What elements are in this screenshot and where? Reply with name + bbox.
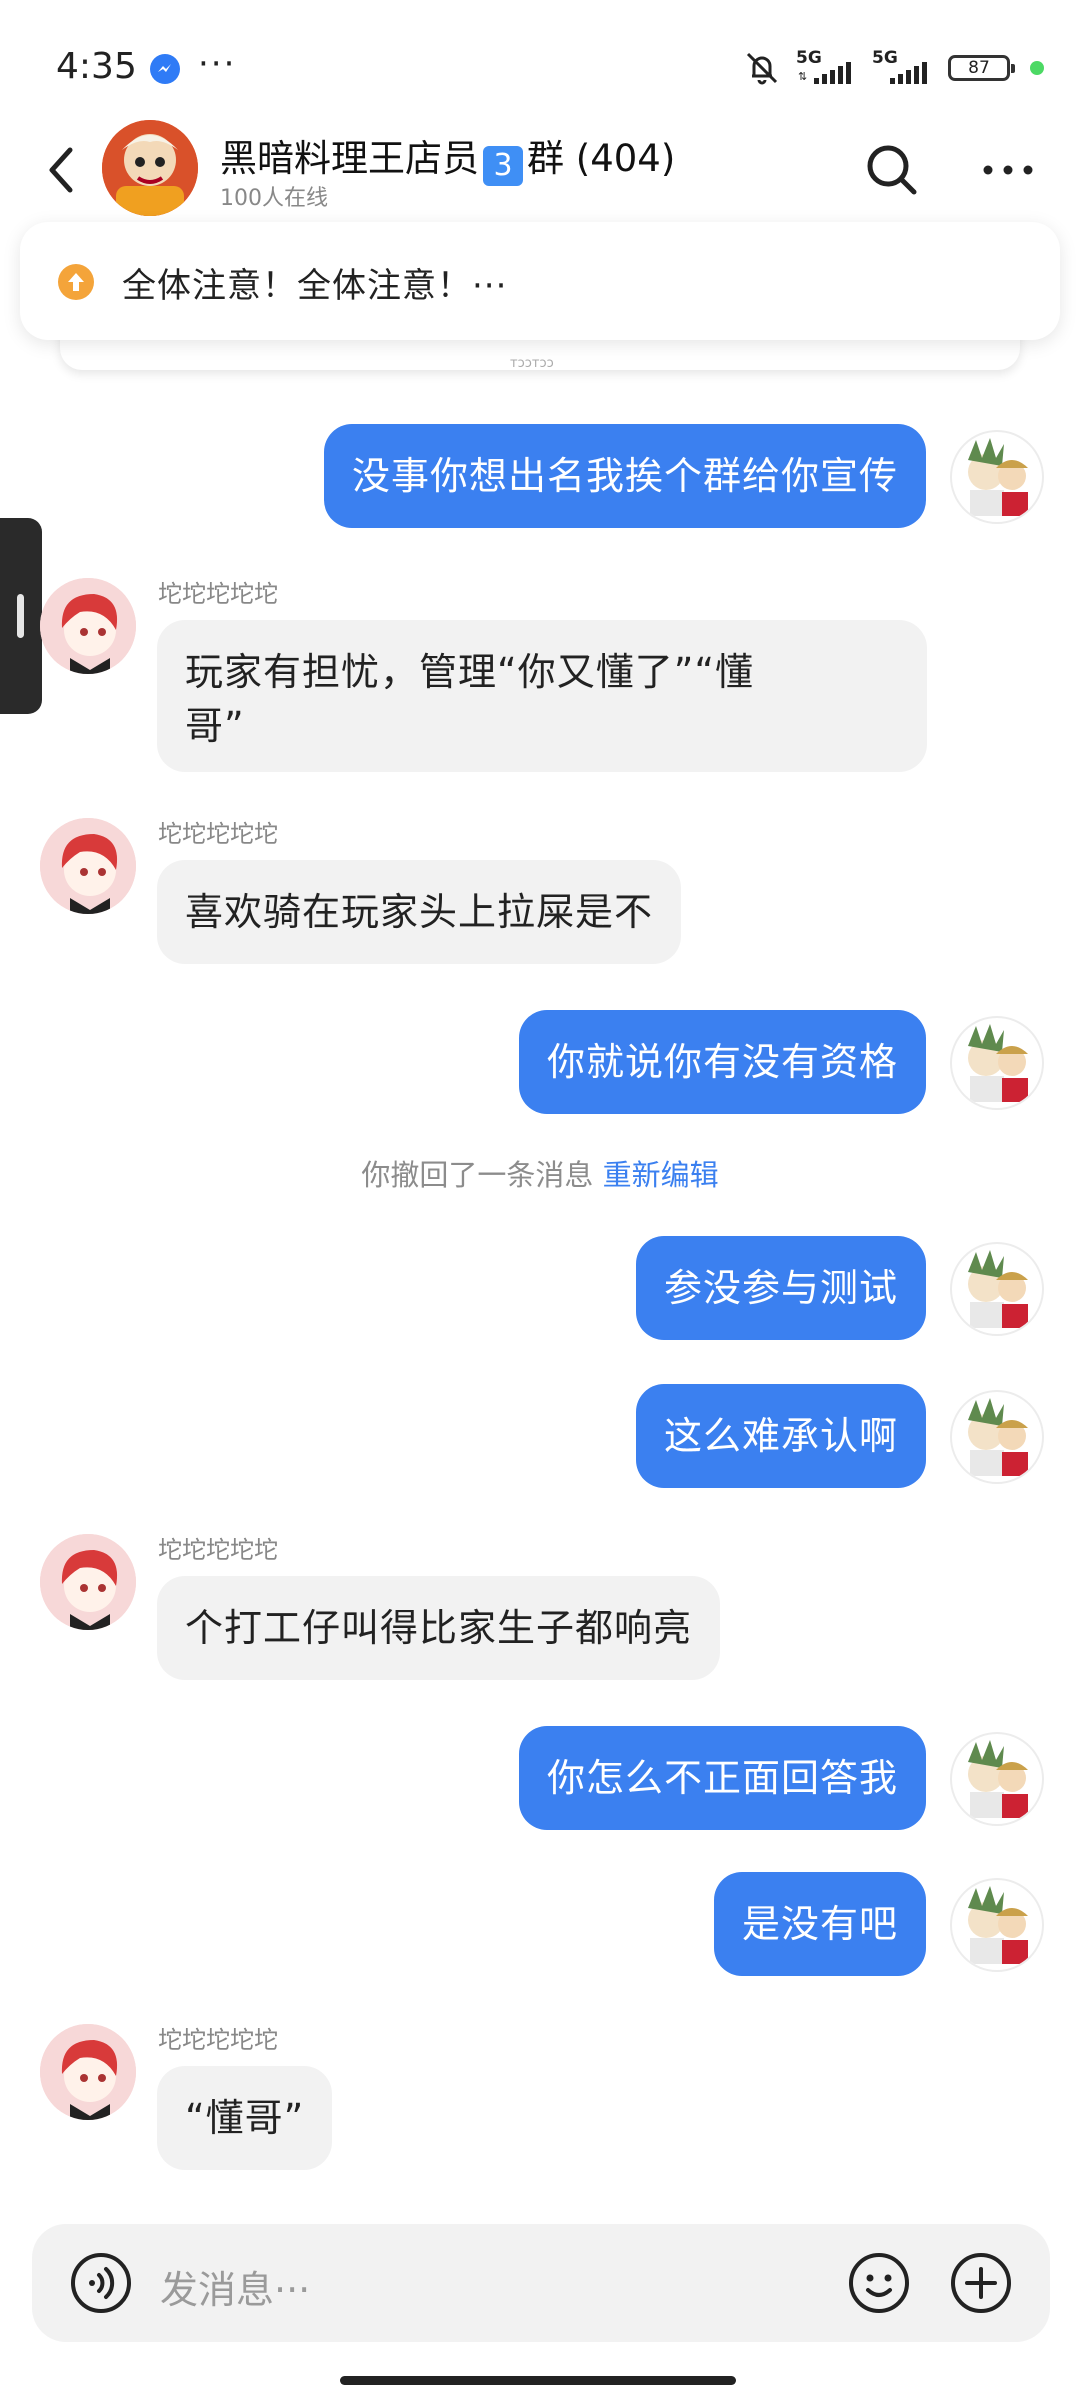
message-line: 玩家有担忧，管理“你又懂了”“懂 [185, 650, 755, 694]
group-title-count: 群 (404) [527, 137, 676, 180]
signal-5g-2-icon: 5G [872, 48, 934, 88]
sender-name: 坨坨坨坨坨 [158, 2026, 278, 2054]
online-count: 100人在线 [220, 186, 328, 211]
keycap-number-badge: 3 [483, 146, 523, 186]
announcement-up-arrow-icon [58, 264, 94, 300]
sender-name: 坨坨坨坨坨 [158, 1536, 278, 1564]
group-title-text: 黑暗料理王店员 [220, 137, 479, 180]
sender-avatar[interactable] [40, 578, 136, 674]
search-icon[interactable] [862, 140, 922, 200]
back-arrow-icon[interactable] [40, 140, 80, 200]
plus-icon[interactable] [950, 2252, 1012, 2314]
privacy-indicator-dot [1030, 61, 1044, 75]
incoming-message-bubble[interactable]: 玩家有担忧，管理“你又懂了”“懂 哥” [157, 620, 927, 772]
home-indicator[interactable] [340, 2376, 736, 2385]
my-message-bubble[interactable]: 没事你想出名我挨个群给你宣传 [323, 424, 926, 528]
message-line: 哥” [185, 704, 245, 748]
battery-level: 87 [968, 58, 990, 78]
my-avatar[interactable] [950, 1016, 1044, 1110]
message-input-bar: 发消息··· [32, 2224, 1050, 2342]
my-message-bubble[interactable]: 你就说你有没有资格 [518, 1010, 926, 1114]
pinned-card-behind-text: ᴛᴐᴐᴛᴐᴐ [510, 356, 554, 371]
pinned-announcement-text: 全体注意！全体注意！··· [122, 266, 508, 306]
sender-name: 坨坨坨坨坨 [158, 820, 278, 848]
incoming-message-bubble[interactable]: 个打工仔叫得比家生子都响亮 [157, 1576, 721, 1680]
emoji-icon[interactable] [848, 2252, 910, 2314]
group-title[interactable]: 黑暗料理王店员 3 群 (404) [220, 128, 675, 186]
my-avatar[interactable] [950, 1732, 1044, 1826]
my-message-bubble[interactable]: 你怎么不正面回答我 [518, 1726, 926, 1830]
status-more-indicator: ··· [198, 44, 237, 84]
my-message-bubble[interactable]: 这么难承认啊 [635, 1384, 926, 1488]
incoming-message-bubble[interactable]: 喜欢骑在玩家头上拉屎是不 [157, 860, 682, 964]
side-drawer-handle[interactable] [0, 518, 42, 714]
message-input[interactable]: 发消息··· [160, 2259, 310, 2314]
sender-avatar[interactable] [40, 818, 136, 914]
sender-avatar[interactable] [40, 2024, 136, 2120]
status-time: 4:35 [56, 46, 137, 87]
messenger-notification-icon [150, 54, 180, 84]
recall-notice: 你撤回了一条消息 重新编辑 [0, 1152, 1080, 1194]
voice-input-icon[interactable] [70, 2252, 132, 2314]
chat-header: 黑暗料理王店员 3 群 (404) 100人在线 [0, 110, 1080, 230]
more-options-icon[interactable] [980, 150, 1036, 190]
battery-icon: 87 [948, 55, 1015, 81]
my-avatar[interactable] [950, 1242, 1044, 1336]
incoming-message-bubble[interactable]: “懂哥” [157, 2066, 333, 2170]
sender-name: 坨坨坨坨坨 [158, 580, 278, 608]
re-edit-link[interactable]: 重新编辑 [603, 1158, 719, 1192]
my-avatar[interactable] [950, 1878, 1044, 1972]
signal-5g-1-icon: 5G ⇅ [796, 48, 858, 88]
mute-bell-icon [746, 52, 778, 85]
my-message-bubble[interactable]: 参没参与测试 [635, 1236, 926, 1340]
my-avatar[interactable] [950, 430, 1044, 524]
sender-avatar[interactable] [40, 1534, 136, 1630]
pinned-announcement[interactable]: 全体注意！全体注意！··· [20, 222, 1060, 340]
group-avatar[interactable] [102, 120, 198, 216]
my-avatar[interactable] [950, 1390, 1044, 1484]
recall-notice-text: 你撤回了一条消息 [361, 1158, 594, 1192]
my-message-bubble[interactable]: 是没有吧 [713, 1872, 926, 1976]
